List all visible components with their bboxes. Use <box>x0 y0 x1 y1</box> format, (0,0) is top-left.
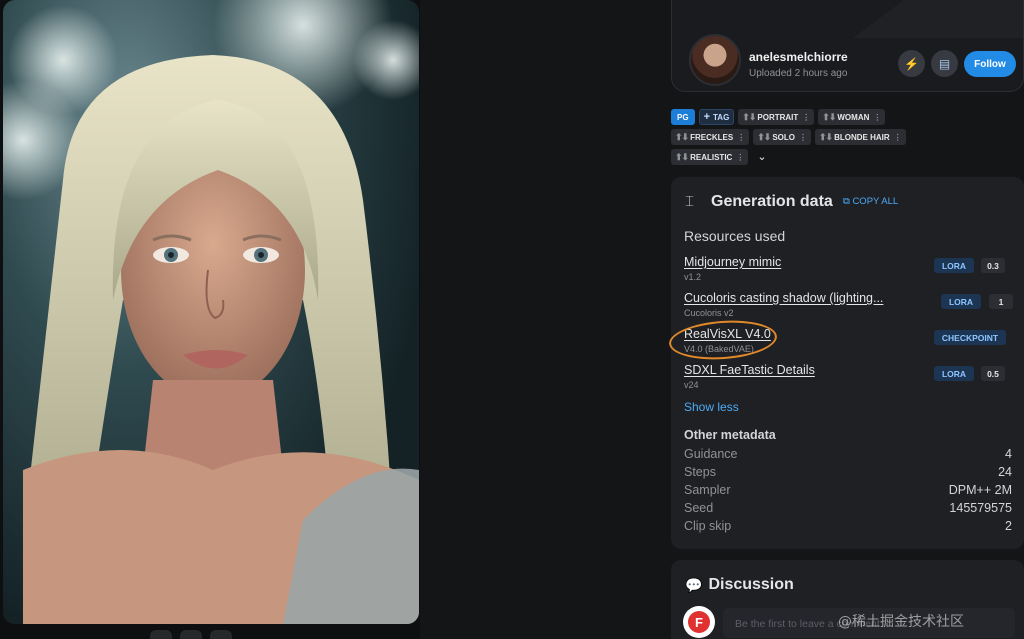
metadata-label: Sampler <box>684 483 731 497</box>
more-icon[interactable]: ⋮ <box>802 113 810 122</box>
upload-time: Uploaded 2 hours ago <box>749 68 848 79</box>
tag-chip[interactable]: ⬆⬇ REALISTIC ⋮ <box>671 149 749 165</box>
resource-type-badge: LORA <box>934 258 974 273</box>
resource-link[interactable]: SDXL FaeTastic Details <box>684 363 904 377</box>
message-icon: ▤ <box>938 56 951 71</box>
resource-version: v1.2 <box>684 272 702 282</box>
resource-version: v24 <box>684 380 699 390</box>
resources-title: Resources used <box>684 228 786 244</box>
metadata-row: Steps 24 <box>684 465 1012 479</box>
details-panel: anelesmelchiorre Uploaded 2 hours ago ⚡ … <box>665 0 1024 639</box>
app-root: anelesmelchiorre Uploaded 2 hours ago ⚡ … <box>0 0 1024 639</box>
resource-weight-badge: 0.5 <box>981 366 1005 381</box>
rating-badge[interactable]: PG <box>671 109 695 125</box>
more-icon[interactable]: ⋮ <box>736 153 744 162</box>
tag-label: WOMAN <box>837 112 870 122</box>
avatar-letter: F <box>688 611 710 633</box>
chevron-down-icon[interactable]: ⌄ <box>752 149 766 165</box>
image-viewer <box>0 0 420 639</box>
tip-button[interactable]: ⚡ <box>898 50 925 77</box>
metadata-row: Sampler DPM++ 2M <box>684 483 1012 497</box>
tag-label: PORTRAIT <box>757 112 799 122</box>
metadata-value: 24 <box>998 465 1012 479</box>
tag-chip[interactable]: ⬆⬇ BLONDE HAIR ⋮ <box>814 129 906 145</box>
resource-link[interactable]: Midjourney mimic <box>684 255 904 269</box>
viewer-footer <box>150 630 232 639</box>
watermark: @稀土掘金技术社区 <box>838 614 964 630</box>
tag-chip[interactable]: ⬆⬇ PORTRAIT ⋮ <box>738 109 815 125</box>
user-avatar: F <box>683 606 715 638</box>
generated-image[interactable] <box>3 0 419 624</box>
tag-list: PG + TAG ⬆⬇ PORTRAIT ⋮ ⬆⬇ WOMAN ⋮ ⬆⬇ FRECKLES ⋮… <box>671 109 971 169</box>
resource-version: V4.0 (BakedVAE) <box>684 344 754 354</box>
footer-tab[interactable] <box>150 630 172 639</box>
profile-card: anelesmelchiorre Uploaded 2 hours ago ⚡ … <box>671 0 1024 92</box>
add-tag-button[interactable]: + TAG <box>698 109 735 125</box>
plus-icon: + <box>703 111 710 123</box>
footer-tab[interactable] <box>210 630 232 639</box>
vote-arrows-icon[interactable]: ⬆⬇ <box>822 112 836 123</box>
copy-all-label: COPY ALL <box>852 196 899 207</box>
lightning-icon: ⚡ <box>904 56 919 71</box>
resource-link[interactable]: Cucoloris casting shadow (lighting... <box>684 291 904 305</box>
discussion-title: Discussion <box>708 576 794 593</box>
copy-all-button[interactable]: ⧉ COPY ALL <box>843 196 898 207</box>
tag-label: BLONDE HAIR <box>834 132 890 142</box>
vote-arrows-icon[interactable]: ⬆⬇ <box>675 152 689 163</box>
follow-button[interactable]: Follow <box>964 51 1016 77</box>
metadata-value: 145579575 <box>949 501 1012 515</box>
resource-type-badge: LORA <box>934 366 974 381</box>
more-icon[interactable]: ⋮ <box>894 133 902 142</box>
tag-chip[interactable]: ⬆⬇ FRECKLES ⋮ <box>671 129 750 145</box>
resource-item: RealVisXL V4.0 V4.0 (BakedVAE) CHECKPOIN… <box>684 327 1014 359</box>
metadata-value: 2 <box>1005 519 1012 533</box>
add-tag-label: TAG <box>713 112 730 122</box>
metadata-value: DPM++ 2M <box>948 483 1012 497</box>
avatar[interactable] <box>689 34 741 86</box>
metadata-value: 4 <box>1005 447 1012 461</box>
resource-type-badge: CHECKPOINT <box>934 330 1006 345</box>
tag-label: SOLO <box>772 132 795 142</box>
discussion-header: 💬 Discussion <box>685 576 794 594</box>
tag-label: FRECKLES <box>690 132 734 142</box>
metadata-label: Guidance <box>684 447 738 461</box>
vote-arrows-icon[interactable]: ⬆⬇ <box>757 132 771 143</box>
resource-item: Midjourney mimic v1.2 LORA 0.3 <box>684 255 1014 287</box>
metadata-row: Clip skip 2 <box>684 519 1012 533</box>
metadata-row: Seed 145579575 <box>684 501 1012 515</box>
vote-arrows-icon[interactable]: ⬆⬇ <box>675 132 689 143</box>
metadata-row: Guidance 4 <box>684 447 1012 461</box>
metadata-label: Seed <box>684 501 714 515</box>
portrait-illustration <box>3 0 419 624</box>
resource-weight-badge: 1 <box>989 294 1013 309</box>
message-button[interactable]: ▤ <box>931 50 958 77</box>
vote-arrows-icon[interactable]: ⬆⬇ <box>819 132 833 143</box>
footer-tab[interactable] <box>180 630 202 639</box>
resource-weight-badge: 0.3 <box>981 258 1005 273</box>
generation-title: Generation data <box>711 193 833 210</box>
tag-chip[interactable]: ⬆⬇ SOLO ⋮ <box>753 129 811 145</box>
more-icon[interactable]: ⋮ <box>799 133 807 142</box>
profile-banner <box>853 0 1023 38</box>
code-brackets-icon: ⌶ <box>685 193 695 210</box>
generation-header: ⌶ Generation data <box>685 193 833 211</box>
vote-arrows-icon[interactable]: ⬆⬇ <box>742 112 756 123</box>
chat-bubbles-icon: 💬 <box>685 576 703 593</box>
metadata-label: Steps <box>684 465 716 479</box>
resource-link[interactable]: RealVisXL V4.0 <box>684 327 904 341</box>
more-icon[interactable]: ⋮ <box>737 133 745 142</box>
tag-label: REALISTIC <box>690 152 733 162</box>
metadata-label: Clip skip <box>684 519 732 533</box>
resource-item: Cucoloris casting shadow (lighting... Cu… <box>684 291 1014 323</box>
show-less-link[interactable]: Show less <box>684 400 739 414</box>
other-metadata-title: Other metadata <box>684 428 776 442</box>
resource-type-badge: LORA <box>941 294 981 309</box>
resource-version: Cucoloris v2 <box>684 308 734 318</box>
generation-data-card: ⌶ Generation data ⧉ COPY ALL Resources u… <box>671 177 1024 549</box>
resource-item: SDXL FaeTastic Details v24 LORA 0.5 <box>684 363 1014 395</box>
tag-chip[interactable]: ⬆⬇ WOMAN ⋮ <box>818 109 886 125</box>
username[interactable]: anelesmelchiorre <box>749 50 848 64</box>
more-icon[interactable]: ⋮ <box>873 113 881 122</box>
